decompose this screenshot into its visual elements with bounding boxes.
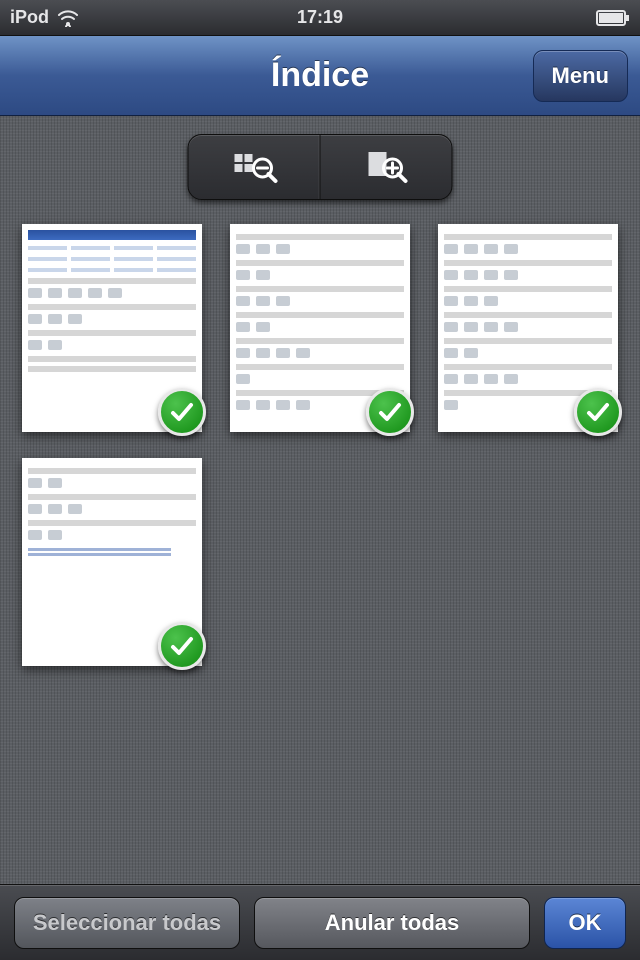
selected-check-icon <box>366 388 414 436</box>
page-title: Índice <box>271 56 369 95</box>
page-thumbnail-2[interactable] <box>230 224 410 432</box>
thumbnail-grid <box>22 224 618 666</box>
nav-bar: Índice Menu <box>0 36 640 116</box>
zoom-out-button[interactable] <box>189 135 321 199</box>
zoom-in-button[interactable] <box>321 135 452 199</box>
selected-check-icon <box>574 388 622 436</box>
menu-button[interactable]: Menu <box>533 50 628 102</box>
page-thumbnail-4[interactable] <box>22 458 202 666</box>
deselect-all-button[interactable]: Anular todas <box>254 897 530 949</box>
zoom-in-icon <box>362 148 410 186</box>
selected-check-icon <box>158 622 206 670</box>
select-all-button[interactable]: Seleccionar todas <box>14 897 240 949</box>
ok-button[interactable]: OK <box>544 897 626 949</box>
zoom-toolbar <box>188 134 453 200</box>
bottom-toolbar: Seleccionar todas Anular todas OK <box>0 884 640 960</box>
status-time: 17:19 <box>0 7 640 28</box>
page-thumbnail-1[interactable] <box>22 224 202 432</box>
content-area <box>0 116 640 884</box>
zoom-out-icon <box>230 148 278 186</box>
status-bar: iPod 17:19 <box>0 0 640 36</box>
page-thumbnail-3[interactable] <box>438 224 618 432</box>
selected-check-icon <box>158 388 206 436</box>
